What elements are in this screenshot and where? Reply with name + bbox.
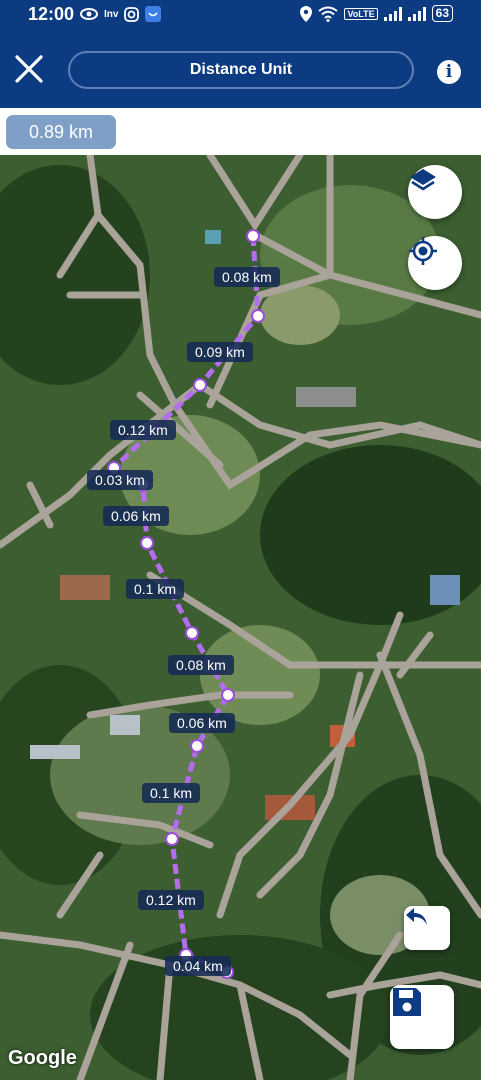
segment-label-11: 0.04 km [165,956,231,976]
page-title: Distance Unit [189,61,293,78]
segment-label-10: 0.12 km [138,890,204,910]
undo-button[interactable] [404,906,450,950]
close-button[interactable] [12,52,46,86]
notification-icons: Inv [80,6,162,22]
vertex-1[interactable] [246,229,260,243]
distance-strip: 0.89 km [0,108,481,155]
segment-label-3: 0.12 km [110,420,176,440]
wifi-icon [318,6,339,22]
app-header: Distance Unit i [0,30,481,108]
segment-label-9: 0.1 km [142,783,201,803]
vertex-10[interactable] [165,832,179,846]
layers-icon [410,169,436,191]
eye-icon [80,8,98,20]
status-bar: 12:00 Inv VoLTE 63 [0,0,481,30]
save-button[interactable] [390,985,454,1049]
inv-icon: Inv [104,8,119,20]
segment-label-5: 0.06 km [103,506,169,526]
vertex-3[interactable] [193,378,207,392]
vertex-2[interactable] [251,309,265,323]
layers-button[interactable] [408,165,462,219]
close-icon [15,55,43,83]
segment-label-4: 0.03 km [87,470,153,490]
vertex-6[interactable] [140,536,154,550]
segment-label-8: 0.06 km [169,713,235,733]
undo-icon [406,908,427,925]
save-icon [393,988,421,1016]
signal-icon [383,6,402,21]
my-location-icon [409,237,437,265]
app-icon [145,6,162,22]
system-icons: VoLTE 63 [300,5,453,22]
distance-unit-button[interactable]: Distance Unit [68,51,414,89]
satellite-map[interactable]: 0.08 km 0.09 km 0.12 km 0.03 km 0.06 km … [0,155,481,1080]
segment-label-6: 0.1 km [126,579,185,599]
battery-icon: 63 [431,5,453,22]
location-pin-icon [300,5,313,22]
vertex-7[interactable] [185,626,199,640]
instagram-icon [124,6,140,22]
total-distance-badge: 0.89 km [6,115,116,149]
volte-icon: VoLTE [344,7,378,20]
segment-label-2: 0.09 km [187,342,253,362]
signal-icon-2 [407,6,426,21]
segment-label-7: 0.08 km [168,655,234,675]
info-button[interactable]: i [437,60,461,84]
info-icon: i [445,62,453,82]
status-time: 12:00 [28,4,75,24]
vertex-9[interactable] [190,739,204,753]
total-distance-value: 0.89 km [28,121,94,142]
segment-label-1: 0.08 km [214,267,280,287]
google-attribution: Google [8,1047,77,1069]
my-location-button[interactable] [408,236,462,290]
vertex-8[interactable] [221,688,235,702]
